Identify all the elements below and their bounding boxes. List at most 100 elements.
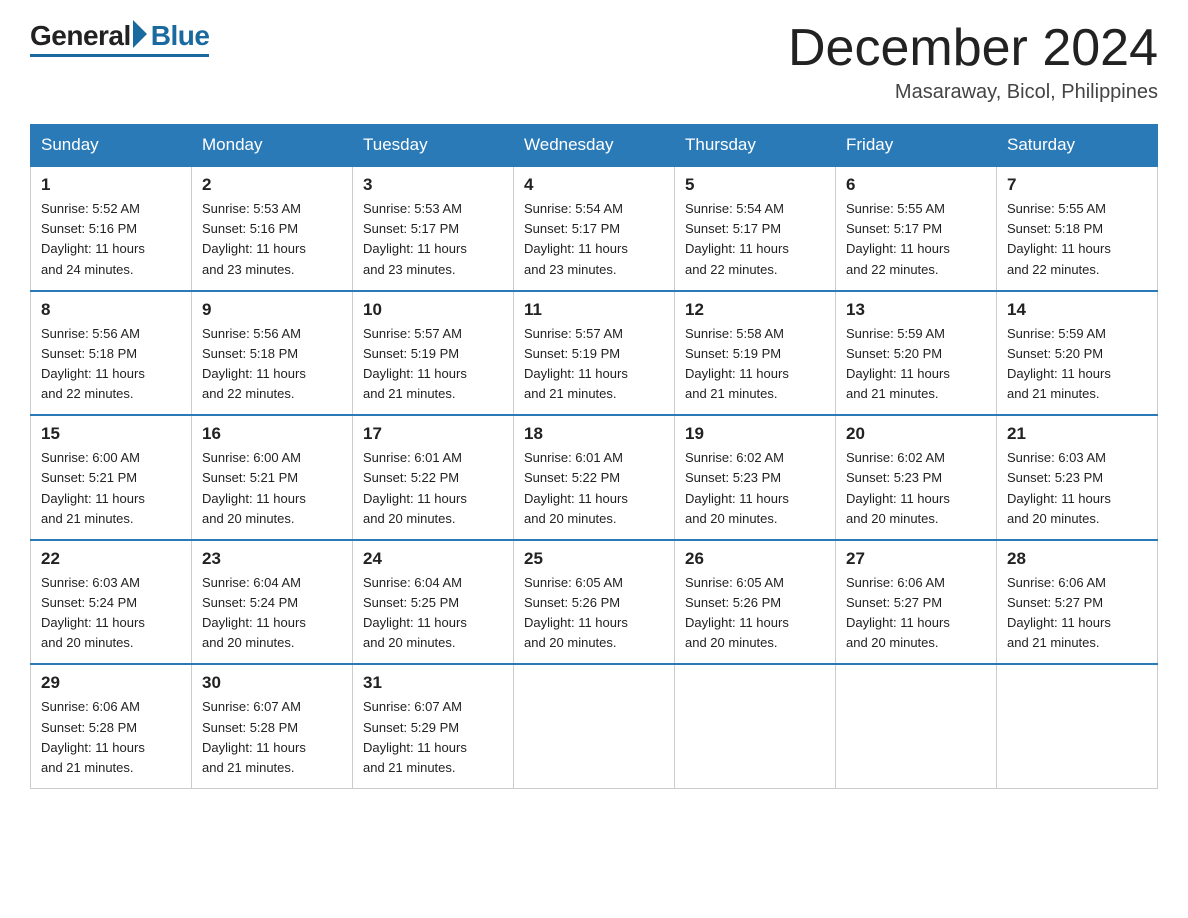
- day-number: 8: [41, 300, 181, 320]
- day-number: 6: [846, 175, 986, 195]
- day-info: Sunrise: 6:00 AMSunset: 5:21 PMDaylight:…: [41, 448, 181, 529]
- day-info: Sunrise: 6:05 AMSunset: 5:26 PMDaylight:…: [524, 573, 664, 654]
- logo-underline: [30, 54, 209, 57]
- day-info: Sunrise: 6:00 AMSunset: 5:21 PMDaylight:…: [202, 448, 342, 529]
- day-cell: 26 Sunrise: 6:05 AMSunset: 5:26 PMDayligh…: [675, 540, 836, 665]
- day-number: 29: [41, 673, 181, 693]
- week-row-2: 8 Sunrise: 5:56 AMSunset: 5:18 PMDaylight…: [31, 291, 1158, 416]
- day-cell: 25 Sunrise: 6:05 AMSunset: 5:26 PMDayligh…: [514, 540, 675, 665]
- day-cell: 22Sunrise: 6:03 AMSunset: 5:24 PMDayligh…: [31, 540, 192, 665]
- header-cell-thursday: Thursday: [675, 125, 836, 167]
- day-info: Sunrise: 6:06 AMSunset: 5:27 PMDaylight:…: [1007, 573, 1147, 654]
- day-cell: 27 Sunrise: 6:06 AMSunset: 5:27 PMDayligh…: [836, 540, 997, 665]
- day-info: Sunrise: 6:01 AMSunset: 5:22 PMDaylight:…: [524, 448, 664, 529]
- day-number: 17: [363, 424, 503, 444]
- day-number: 13: [846, 300, 986, 320]
- day-info: Sunrise: 5:55 AMSunset: 5:18 PMDaylight:…: [1007, 199, 1147, 280]
- calendar-table: SundayMondayTuesdayWednesdayThursdayFrid…: [30, 124, 1158, 789]
- day-number: 7: [1007, 175, 1147, 195]
- day-number: 23: [202, 549, 342, 569]
- day-cell: 9Sunrise: 5:56 AMSunset: 5:18 PMDaylight…: [192, 291, 353, 416]
- day-info: Sunrise: 6:07 AMSunset: 5:28 PMDaylight:…: [202, 697, 342, 778]
- month-title: December 2024: [788, 20, 1158, 77]
- day-number: 25: [524, 549, 664, 569]
- location-subtitle: Masaraway, Bicol, Philippines: [788, 81, 1158, 104]
- day-info: Sunrise: 6:03 AMSunset: 5:24 PMDaylight:…: [41, 573, 181, 654]
- day-info: Sunrise: 6:04 AMSunset: 5:24 PMDaylight:…: [202, 573, 342, 654]
- day-number: 4: [524, 175, 664, 195]
- header-row: SundayMondayTuesdayWednesdayThursdayFrid…: [31, 125, 1158, 167]
- day-cell: 13 Sunrise: 5:59 AMSunset: 5:20 PMDayligh…: [836, 291, 997, 416]
- day-number: 14: [1007, 300, 1147, 320]
- day-cell: 31 Sunrise: 6:07 AMSunset: 5:29 PMDayligh…: [353, 664, 514, 788]
- day-cell: 2 Sunrise: 5:53 AMSunset: 5:16 PMDaylight…: [192, 166, 353, 291]
- day-cell: [675, 664, 836, 788]
- day-number: 3: [363, 175, 503, 195]
- day-cell: 30 Sunrise: 6:07 AMSunset: 5:28 PMDayligh…: [192, 664, 353, 788]
- day-info: Sunrise: 6:02 AMSunset: 5:23 PMDaylight:…: [846, 448, 986, 529]
- day-info: Sunrise: 5:54 AMSunset: 5:17 PMDaylight:…: [524, 199, 664, 280]
- day-number: 11: [524, 300, 664, 320]
- header-cell-friday: Friday: [836, 125, 997, 167]
- calendar-body: 1Sunrise: 5:52 AMSunset: 5:16 PMDaylight…: [31, 166, 1158, 788]
- day-number: 21: [1007, 424, 1147, 444]
- day-number: 15: [41, 424, 181, 444]
- day-number: 1: [41, 175, 181, 195]
- day-number: 18: [524, 424, 664, 444]
- week-row-5: 29 Sunrise: 6:06 AMSunset: 5:28 PMDayligh…: [31, 664, 1158, 788]
- logo-blue-text: Blue: [151, 20, 210, 52]
- header-cell-wednesday: Wednesday: [514, 125, 675, 167]
- day-cell: 28Sunrise: 6:06 AMSunset: 5:27 PMDayligh…: [997, 540, 1158, 665]
- day-number: 20: [846, 424, 986, 444]
- day-number: 27: [846, 549, 986, 569]
- day-cell: 1Sunrise: 5:52 AMSunset: 5:16 PMDaylight…: [31, 166, 192, 291]
- day-info: Sunrise: 6:07 AMSunset: 5:29 PMDaylight:…: [363, 697, 503, 778]
- page-header: General Blue December 2024 Masaraway, Bi…: [30, 20, 1158, 104]
- day-number: 26: [685, 549, 825, 569]
- day-info: Sunrise: 6:06 AMSunset: 5:27 PMDaylight:…: [846, 573, 986, 654]
- day-info: Sunrise: 5:54 AMSunset: 5:17 PMDaylight:…: [685, 199, 825, 280]
- day-cell: 4 Sunrise: 5:54 AMSunset: 5:17 PMDaylight…: [514, 166, 675, 291]
- day-info: Sunrise: 5:57 AMSunset: 5:19 PMDaylight:…: [363, 324, 503, 405]
- day-cell: 29 Sunrise: 6:06 AMSunset: 5:28 PMDayligh…: [31, 664, 192, 788]
- week-row-3: 15 Sunrise: 6:00 AMSunset: 5:21 PMDayligh…: [31, 415, 1158, 540]
- day-info: Sunrise: 5:57 AMSunset: 5:19 PMDaylight:…: [524, 324, 664, 405]
- day-cell: 12Sunrise: 5:58 AMSunset: 5:19 PMDayligh…: [675, 291, 836, 416]
- day-number: 24: [363, 549, 503, 569]
- day-info: Sunrise: 6:03 AMSunset: 5:23 PMDaylight:…: [1007, 448, 1147, 529]
- day-info: Sunrise: 6:05 AMSunset: 5:26 PMDaylight:…: [685, 573, 825, 654]
- day-info: Sunrise: 6:06 AMSunset: 5:28 PMDaylight:…: [41, 697, 181, 778]
- day-info: Sunrise: 5:58 AMSunset: 5:19 PMDaylight:…: [685, 324, 825, 405]
- day-cell: 6Sunrise: 5:55 AMSunset: 5:17 PMDaylight…: [836, 166, 997, 291]
- day-number: 16: [202, 424, 342, 444]
- day-cell: 15 Sunrise: 6:00 AMSunset: 5:21 PMDayligh…: [31, 415, 192, 540]
- day-number: 31: [363, 673, 503, 693]
- day-number: 2: [202, 175, 342, 195]
- day-cell: 7 Sunrise: 5:55 AMSunset: 5:18 PMDaylight…: [997, 166, 1158, 291]
- day-cell: [836, 664, 997, 788]
- day-info: Sunrise: 5:53 AMSunset: 5:17 PMDaylight:…: [363, 199, 503, 280]
- day-cell: 11 Sunrise: 5:57 AMSunset: 5:19 PMDayligh…: [514, 291, 675, 416]
- day-cell: 19Sunrise: 6:02 AMSunset: 5:23 PMDayligh…: [675, 415, 836, 540]
- day-cell: 14Sunrise: 5:59 AMSunset: 5:20 PMDayligh…: [997, 291, 1158, 416]
- day-cell: [997, 664, 1158, 788]
- day-info: Sunrise: 5:59 AMSunset: 5:20 PMDaylight:…: [846, 324, 986, 405]
- day-info: Sunrise: 5:56 AMSunset: 5:18 PMDaylight:…: [202, 324, 342, 405]
- logo-triangle-icon: [133, 20, 147, 48]
- day-cell: [514, 664, 675, 788]
- day-info: Sunrise: 6:02 AMSunset: 5:23 PMDaylight:…: [685, 448, 825, 529]
- title-area: December 2024 Masaraway, Bicol, Philippi…: [788, 20, 1158, 104]
- day-info: Sunrise: 5:56 AMSunset: 5:18 PMDaylight:…: [41, 324, 181, 405]
- day-info: Sunrise: 6:04 AMSunset: 5:25 PMDaylight:…: [363, 573, 503, 654]
- day-number: 5: [685, 175, 825, 195]
- header-cell-sunday: Sunday: [31, 125, 192, 167]
- day-info: Sunrise: 5:53 AMSunset: 5:16 PMDaylight:…: [202, 199, 342, 280]
- day-cell: 24 Sunrise: 6:04 AMSunset: 5:25 PMDayligh…: [353, 540, 514, 665]
- day-info: Sunrise: 6:01 AMSunset: 5:22 PMDaylight:…: [363, 448, 503, 529]
- header-cell-saturday: Saturday: [997, 125, 1158, 167]
- day-cell: 20 Sunrise: 6:02 AMSunset: 5:23 PMDayligh…: [836, 415, 997, 540]
- day-cell: 21 Sunrise: 6:03 AMSunset: 5:23 PMDayligh…: [997, 415, 1158, 540]
- day-cell: 17 Sunrise: 6:01 AMSunset: 5:22 PMDayligh…: [353, 415, 514, 540]
- logo-general-text: General: [30, 20, 131, 52]
- day-number: 30: [202, 673, 342, 693]
